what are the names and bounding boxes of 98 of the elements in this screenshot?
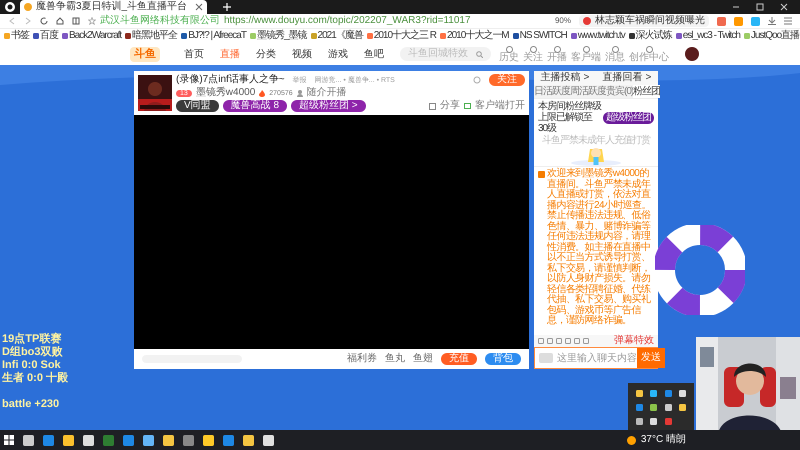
bookmark[interactable]: 2010十大之一M [440, 31, 509, 41]
taskbar-app-icon[interactable] [63, 434, 74, 446]
avatar[interactable] [685, 47, 699, 61]
monitor-icon [464, 102, 471, 110]
coupon-button[interactable]: 福利券 [347, 354, 377, 364]
bookmark-icon [744, 33, 750, 39]
overlay-caption: 生者 0:0 十殿 [2, 372, 68, 385]
new-tab-icon[interactable] [223, 3, 232, 11]
badge[interactable]: 魔兽高战 8 [222, 100, 288, 112]
taskbar-app-icon[interactable] [23, 434, 34, 446]
taskbar-app-icon[interactable] [203, 434, 214, 446]
circle-icon [530, 46, 536, 52]
bookmark-icon [4, 33, 10, 39]
share-link[interactable]: 分享 [440, 101, 460, 111]
bookmark[interactable]: 2021《魔兽 [310, 31, 363, 41]
bookmark[interactable]: 暗黑地平全 [125, 31, 178, 41]
bookmark[interactable]: BJ?!? | AfreecaT [181, 31, 246, 41]
sun-icon [626, 436, 636, 444]
tab-title: 魔兽争霸3夏日特训_斗鱼直播平台 [36, 2, 188, 12]
bookmark-icon [366, 33, 373, 39]
share-icon [429, 102, 436, 110]
mascot-drawing [571, 146, 621, 166]
download-icon[interactable] [768, 17, 776, 25]
start-icon[interactable] [4, 435, 14, 445]
maximize-icon[interactable] [756, 3, 764, 11]
weather-text: 37°C 晴朗 [640, 435, 686, 445]
fishfin-button[interactable]: 鱼翅 [413, 354, 433, 364]
circle-icon [554, 46, 560, 52]
chat-link[interactable]: 主播投稿 > [540, 73, 590, 83]
person-icon [296, 90, 303, 96]
circle-icon [612, 46, 618, 52]
bookmark[interactable]: JustQoo直播 [744, 31, 800, 41]
flame-icon [259, 90, 266, 96]
badge[interactable]: V同盟 [176, 100, 219, 112]
chat-tab[interactable]: 日活跃度 [534, 85, 570, 98]
bookmark-icon [628, 33, 635, 39]
reload-icon[interactable] [40, 17, 48, 25]
nav-link[interactable]: 分类 [256, 46, 276, 62]
bookmark[interactable]: 深火试炼 [628, 31, 672, 41]
bookmark[interactable]: Back2Warcraft [62, 31, 122, 41]
home-icon[interactable] [56, 17, 64, 25]
search-icon [476, 50, 483, 58]
nav-link[interactable]: 视频 [292, 46, 312, 62]
streamer-name: 墨镜秀w4000 [196, 88, 256, 98]
nav-link[interactable]: 鱼吧 [364, 46, 384, 62]
bookmark-icon [33, 33, 39, 39]
bookmark-icon [181, 33, 188, 39]
bookmark[interactable]: 2010十大之三 R [366, 31, 436, 41]
bookmark-icon [125, 33, 132, 39]
zoom-level[interactable]: 90% [554, 17, 571, 25]
circle-icon [646, 46, 652, 52]
minor-notice: 斗鱼严禁未成年人充值打赏 [541, 136, 652, 146]
tab-close-icon[interactable] [195, 3, 204, 11]
circle-icon [506, 46, 512, 52]
bookmark[interactable]: NS SWITCH [512, 31, 567, 41]
address-field[interactable]: 武汉斗鱼网络科技有限公司 https://www.douyu.com/topic/202207_WAR3?rid=11017 [88, 16, 547, 26]
taskbar-app-icon[interactable] [243, 434, 254, 446]
reader-icon[interactable] [72, 17, 80, 25]
bookmark-icon [512, 33, 519, 39]
chat-link[interactable]: 直播回看 > [602, 73, 652, 83]
bookmark[interactable]: 墨镜秀_墨镜 [250, 31, 307, 41]
overlay-caption: D组bo3双败 [2, 346, 64, 359]
notice-icon [538, 171, 545, 178]
close-icon[interactable] [780, 3, 788, 11]
taskbar-app-icon[interactable] [143, 434, 154, 446]
fan-club-button[interactable]: 超级粉丝团 [603, 112, 654, 124]
bookmark[interactable]: www.twitch.tv [570, 31, 625, 41]
bookmark-icon [310, 33, 317, 39]
hot-search-field[interactable]: 林志颖车祸瞬间视频曝光 [579, 15, 709, 27]
bookmark-icon [250, 33, 256, 39]
client-link[interactable]: 客户端打开 [475, 101, 525, 111]
overlay-caption: Infi 0:0 Sok [2, 359, 62, 372]
bookmark-icon [62, 33, 68, 39]
fishball-button[interactable]: 鱼丸 [385, 354, 405, 364]
circle-icon [582, 46, 590, 52]
room-title: (录像)7点inf话事人之争~ [176, 75, 285, 85]
overlay-caption: 19点TP联赛 [2, 333, 62, 346]
overlay-caption: battle +230 [2, 398, 60, 411]
badge[interactable]: 超级粉丝团 > [291, 100, 366, 112]
nav-link[interactable]: 首页 [184, 46, 204, 62]
bookmark[interactable]: 百度 [33, 31, 58, 41]
taskbar-app-icon[interactable] [83, 434, 94, 446]
browser-tab[interactable]: 魔兽争霸3夏日特训_斗鱼直播平台 [20, 0, 208, 14]
fan-note: 本房间粉丝牌级上限已解锁至30级 [538, 101, 601, 134]
taskbar-app-icon[interactable] [163, 434, 174, 446]
bookmark[interactable]: 书签 [4, 31, 29, 41]
system-notice: 欢迎来到墨镜秀w4000的直播间。斗鱼严禁未成年人直播或打赏，依法对直播内容进行24小时巡查。禁止传播违法违规、低俗色情、暴力、赌博诈骗等任何违法违规内容，请理性消费。如主播在直播中以不正当方式诱导打赏、私下交易，请谨慎判断，以防人身财产损失。请勿轻信各类招聘征婚、代练代抽、私下交易、购买礼包码、游戏币等广告信息，谨防网络诈骗。 [547, 169, 652, 328]
star-icon [88, 17, 96, 25]
chat-tab[interactable]: 粉丝团 [633, 85, 660, 98]
bookmark[interactable]: esl_wc3 - Twitch [676, 31, 740, 41]
chat-tab[interactable]: 周活跃度 [570, 85, 606, 98]
taskbar-app-icon[interactable] [263, 434, 274, 446]
bookmark-icon [676, 33, 682, 39]
bookmark-icon [440, 33, 446, 39]
room-note: 随介开播 [306, 88, 347, 98]
menu-icon[interactable] [784, 17, 792, 25]
nav-link[interactable]: 游戏 [328, 46, 348, 62]
bookmark-icon [570, 33, 577, 39]
